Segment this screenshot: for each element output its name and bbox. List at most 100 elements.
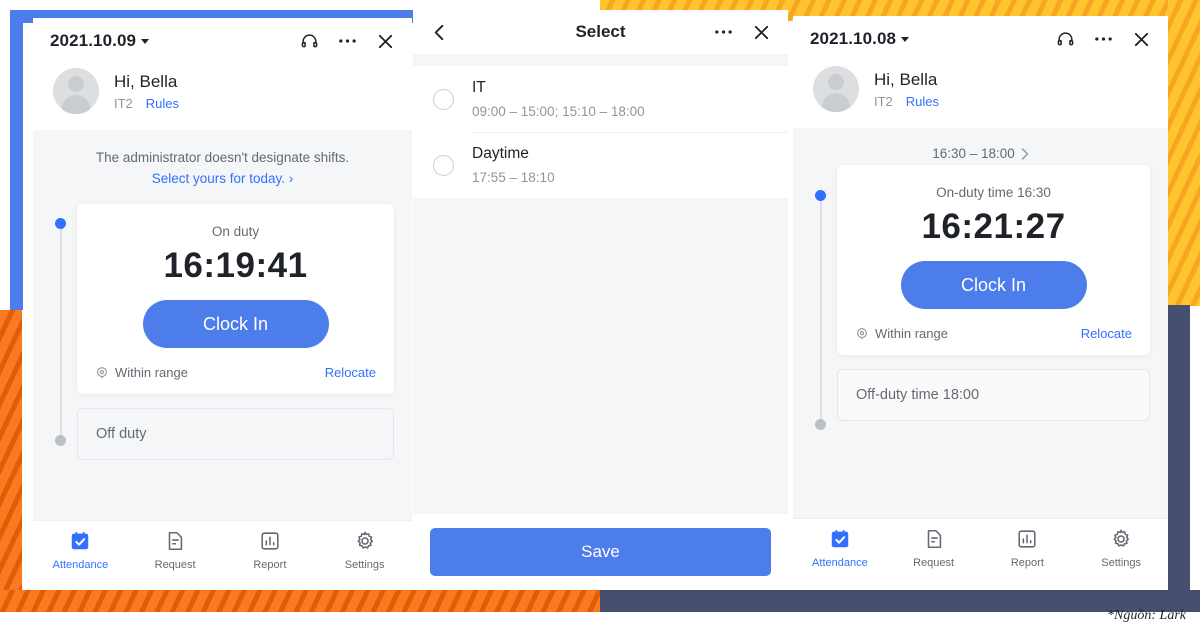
- close-icon[interactable]: [752, 23, 771, 42]
- panel1-tabbar: Attendance Request Report Settings: [33, 520, 412, 588]
- panel2-option-text: Daytime 17:55 – 18:10: [472, 145, 555, 185]
- panel3-off-duty-label: Off-duty time 18:00: [856, 387, 980, 403]
- panel1-select-shift-link[interactable]: Select yours for today. ›: [61, 168, 384, 190]
- headset-icon[interactable]: [300, 32, 319, 51]
- screenshot-stage: 2021.10.09 Hi, Bella IT2 Rules The admin…: [0, 0, 1200, 630]
- chevron-right-icon: [1021, 147, 1028, 160]
- panel1-clock-time: 16:19:41: [163, 246, 308, 285]
- tab-report[interactable]: Report: [981, 528, 1075, 569]
- panel1-body: The administrator doesn't designate shif…: [33, 130, 412, 520]
- panel3-timeline-rail: [815, 190, 827, 430]
- timeline-dot-off-duty: [55, 435, 66, 446]
- panel1-profile-sub: IT2 Rules: [114, 96, 179, 111]
- panel2-empty-space: [413, 198, 788, 514]
- panel1-notice-line1: The administrator doesn't designate shif…: [95, 150, 350, 165]
- panel3-body: 16:30 – 18:00 On-duty time 16:30 16:21:2…: [793, 128, 1168, 518]
- calendar-check-icon: [831, 529, 849, 548]
- more-icon[interactable]: [338, 38, 357, 44]
- panel3-department: IT2: [874, 93, 893, 109]
- save-button[interactable]: Save: [430, 528, 771, 576]
- panel3-off-duty-card[interactable]: Off-duty time 18:00: [837, 369, 1150, 421]
- avatar[interactable]: [53, 68, 99, 114]
- close-icon[interactable]: [376, 32, 395, 51]
- list-item[interactable]: IT 09:00 – 15:00; 15:10 – 18:00: [413, 66, 788, 132]
- panel3-shift-range-text: 16:30 – 18:00: [932, 146, 1015, 161]
- panel2-shift-list: IT 09:00 – 15:00; 15:10 – 18:00 Daytime …: [413, 66, 788, 198]
- phone-panel-attendance-with-shift: 2021.10.08 Hi, Bella IT2 Rules 16:30 – 1…: [793, 16, 1168, 586]
- tab-request[interactable]: Request: [887, 528, 981, 569]
- tab-settings[interactable]: Settings: [317, 530, 412, 571]
- panel1-off-duty-card[interactable]: Off duty: [77, 408, 394, 460]
- tab-attendance-label: Attendance: [52, 559, 109, 571]
- radio-icon[interactable]: [433, 154, 454, 176]
- panel1-topbar: 2021.10.09: [33, 18, 412, 64]
- bar-chart-icon: [1018, 530, 1036, 548]
- avatar[interactable]: [813, 66, 859, 112]
- panel1-location-status-text: Within range: [115, 365, 188, 380]
- decoration-blue-left-bar: [10, 10, 23, 310]
- panel3-location-status-text: Within range: [875, 326, 948, 341]
- panel1-profile-text: Hi, Bella IT2 Rules: [114, 72, 179, 111]
- panel3-rules-link[interactable]: Rules: [906, 94, 939, 109]
- panel3-card-footer: Within range Relocate: [853, 309, 1134, 355]
- tab-report[interactable]: Report: [223, 530, 318, 571]
- radio-icon[interactable]: [433, 88, 454, 110]
- panel3-clock-time: 16:21:27: [921, 207, 1066, 246]
- decoration-orange-stripes-left: [0, 310, 22, 590]
- headset-icon[interactable]: [1056, 30, 1075, 49]
- phone-panel-attendance-no-shift: 2021.10.09 Hi, Bella IT2 Rules The admin…: [33, 18, 412, 588]
- tab-settings[interactable]: Settings: [1074, 528, 1168, 569]
- panel1-location-status: Within range: [95, 365, 188, 380]
- more-icon[interactable]: [1094, 36, 1113, 42]
- panel3-tabbar: Attendance Request Report Settings: [793, 518, 1168, 586]
- chevron-down-icon: [141, 39, 150, 45]
- panel3-topbar: 2021.10.08: [793, 16, 1168, 62]
- panel1-rules-link[interactable]: Rules: [146, 96, 179, 111]
- panel2-topbar: Select: [413, 10, 788, 54]
- relocate-link[interactable]: Relocate: [1081, 326, 1132, 341]
- panel3-profile-sub: IT2 Rules: [874, 94, 939, 109]
- panel1-timeline-rail: [55, 218, 67, 446]
- tab-settings-label: Settings: [1101, 557, 1141, 569]
- decoration-yellow-stripes-right: [1168, 0, 1200, 306]
- back-icon[interactable]: [430, 23, 449, 42]
- panel3-clock-label: On-duty time 16:30: [936, 185, 1051, 200]
- tab-attendance-label: Attendance: [812, 557, 868, 569]
- tab-attendance[interactable]: Attendance: [33, 530, 128, 571]
- timeline-dot-on-duty: [55, 218, 66, 229]
- panel1-date-selector[interactable]: 2021.10.09: [50, 31, 150, 51]
- timeline-dot-on-duty: [815, 190, 826, 201]
- chevron-down-icon: [901, 37, 910, 43]
- panel1-topbar-icons: [300, 32, 395, 51]
- tab-request[interactable]: Request: [128, 530, 223, 571]
- decoration-navy-right-bar: [1168, 305, 1190, 590]
- more-icon[interactable]: [714, 29, 733, 35]
- decoration-orange-stripes-bottom: [0, 590, 600, 612]
- timeline-line: [60, 224, 62, 440]
- gear-icon: [1113, 529, 1130, 547]
- panel2-option-hours: 17:55 – 18:10: [472, 170, 555, 185]
- panel2-option-hours: 09:00 – 15:00; 15:10 – 18:00: [472, 104, 645, 119]
- panel2-option-text: IT 09:00 – 15:00; 15:10 – 18:00: [472, 79, 645, 119]
- location-pin-icon: [97, 366, 107, 378]
- panel3-profile-text: Hi, Bella IT2 Rules: [874, 70, 939, 109]
- panel2-option-name: Daytime: [472, 145, 529, 162]
- panel3-greeting: Hi, Bella: [874, 69, 938, 89]
- tab-request-label: Request: [913, 557, 955, 569]
- clock-in-button[interactable]: Clock In: [142, 300, 329, 348]
- panel3-shift-range[interactable]: 16:30 – 18:00: [811, 128, 1150, 165]
- panel1-notice: The administrator doesn't designate shif…: [51, 130, 394, 198]
- panel3-date-selector[interactable]: 2021.10.08: [810, 29, 910, 49]
- panel2-footer: Save: [413, 514, 788, 590]
- list-item[interactable]: Daytime 17:55 – 18:10: [413, 132, 788, 198]
- panel1-off-duty-label: Off duty: [96, 426, 147, 442]
- panel1-department: IT2: [114, 95, 133, 111]
- timeline-line: [820, 196, 822, 424]
- panel3-location-status: Within range: [855, 326, 948, 341]
- close-icon[interactable]: [1132, 30, 1151, 49]
- clock-in-button[interactable]: Clock In: [900, 261, 1087, 309]
- timeline-dot-off-duty: [815, 419, 826, 430]
- gear-icon: [357, 531, 373, 549]
- relocate-link[interactable]: Relocate: [325, 365, 376, 380]
- tab-attendance[interactable]: Attendance: [793, 528, 887, 569]
